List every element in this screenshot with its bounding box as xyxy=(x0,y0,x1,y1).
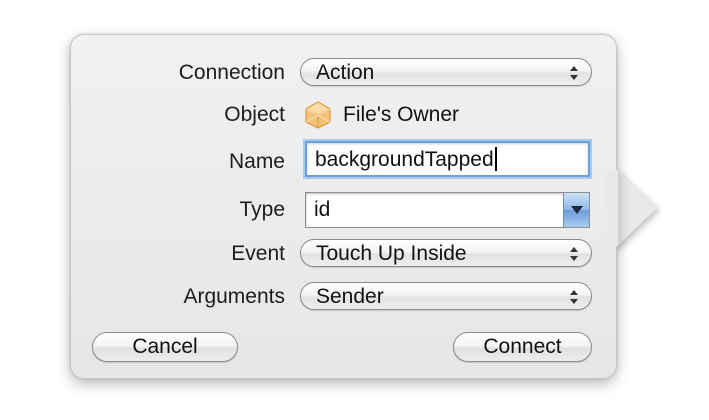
name-field-text: backgroundTapped xyxy=(315,143,497,177)
object-name: File's Owner xyxy=(343,103,460,126)
stage: Connection Action Object File's Owner Na… xyxy=(0,0,709,420)
connection-popup[interactable]: Action xyxy=(300,58,592,86)
connection-value: Action xyxy=(316,61,375,84)
object-label: Object xyxy=(224,103,285,126)
type-combo-box[interactable]: id xyxy=(305,192,590,228)
text-caret xyxy=(494,147,497,171)
connect-button[interactable]: Connect xyxy=(453,332,592,362)
chevron-down-icon xyxy=(571,206,583,214)
arguments-label: Arguments xyxy=(183,285,285,308)
name-label: Name xyxy=(228,150,285,173)
event-popup[interactable]: Touch Up Inside xyxy=(300,239,592,267)
arguments-popup[interactable]: Sender xyxy=(300,282,592,310)
event-label: Event xyxy=(231,242,285,265)
popover-arrow-join xyxy=(606,170,618,246)
cancel-button[interactable]: Cancel xyxy=(92,332,238,362)
updown-arrows-icon xyxy=(570,66,578,80)
popover-arrow xyxy=(613,166,657,250)
type-label: Type xyxy=(239,198,285,221)
type-value: id xyxy=(314,198,331,221)
name-field[interactable]: backgroundTapped xyxy=(305,141,590,177)
event-value: Touch Up Inside xyxy=(316,242,467,265)
updown-arrows-icon xyxy=(570,247,578,261)
connection-label: Connection xyxy=(178,61,285,84)
name-field-value: backgroundTapped xyxy=(315,148,494,171)
updown-arrows-icon xyxy=(570,290,578,304)
arguments-value: Sender xyxy=(316,285,384,308)
object-value-row: File's Owner xyxy=(303,100,459,130)
type-dropdown-button[interactable] xyxy=(563,193,589,227)
cube-icon xyxy=(304,101,332,129)
